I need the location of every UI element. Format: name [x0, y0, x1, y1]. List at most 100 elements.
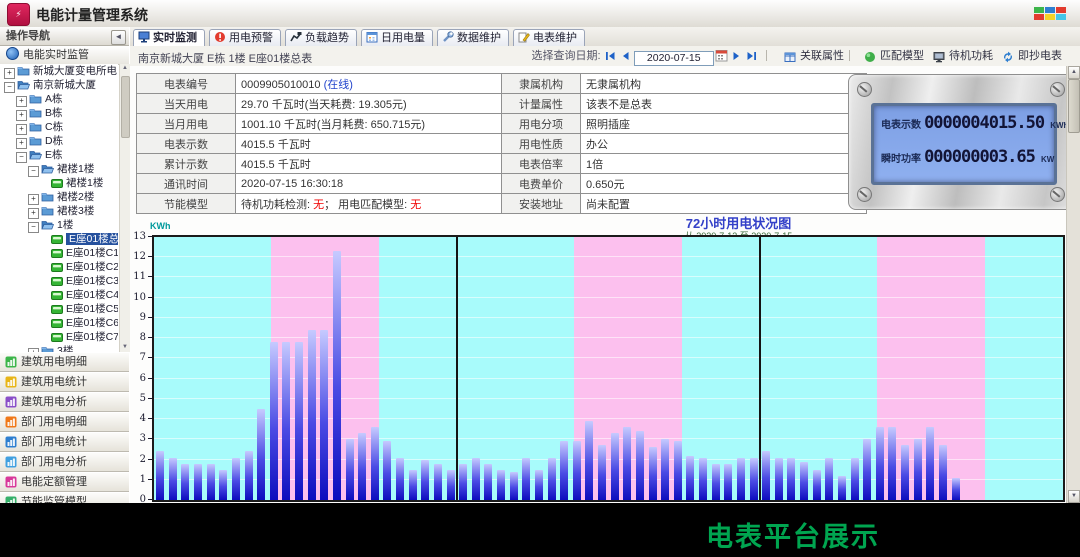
collapse-icon[interactable]: −	[28, 222, 39, 233]
sidebar-collapse-button[interactable]: ◄	[111, 30, 126, 45]
sidebar-item-建筑用电分析[interactable]: 建筑用电分析	[0, 392, 129, 412]
usage-bar	[914, 439, 922, 500]
collapse-icon[interactable]: −	[28, 166, 39, 177]
sidebar-item-建筑用电明细[interactable]: 建筑用电明细	[0, 352, 129, 372]
sidebar-item-label: 建筑用电明细	[21, 356, 87, 368]
nav-last-icon[interactable]	[746, 50, 757, 66]
button-label: 匹配模型	[880, 50, 924, 62]
tab-realtime[interactable]: 实时监测	[133, 29, 205, 47]
header-grid-icon[interactable]	[1034, 7, 1068, 21]
tab-data-maint[interactable]: 数据维护	[437, 29, 509, 46]
online-status[interactable]: (在线)	[324, 79, 353, 91]
nav-first-icon[interactable]	[605, 50, 616, 66]
tree-node[interactable]: E座01楼C1	[0, 246, 118, 260]
usage-bar	[320, 330, 328, 500]
tree-node[interactable]: E座01楼C4	[0, 288, 118, 302]
sidebar-item-建筑用电统计[interactable]: 建筑用电统计	[0, 372, 129, 392]
tree-node[interactable]: E座01楼C7	[0, 330, 118, 344]
y-tick-label: 9	[130, 312, 146, 323]
usage-bar	[623, 427, 631, 500]
usage-bar	[636, 431, 644, 500]
tree-node[interactable]: +B栋	[0, 106, 118, 120]
link-attr-button[interactable]: 关联属性	[784, 48, 844, 66]
tree-scroll-up-icon[interactable]: ▲	[121, 64, 129, 73]
tree-node[interactable]: +裙楼3楼	[0, 204, 118, 218]
usage-bar	[699, 458, 707, 500]
usage-bar	[194, 464, 202, 500]
tree-node[interactable]: E座01楼C5	[0, 302, 118, 316]
tree-node[interactable]: E座01楼C3	[0, 274, 118, 288]
scroll-up-icon[interactable]: ▲	[1068, 66, 1080, 79]
tab-label: 日用电量	[381, 32, 425, 44]
nav-prev-icon[interactable]	[621, 50, 630, 66]
value-cell: 4015.5 千瓦时	[236, 134, 502, 154]
tree-node[interactable]: −E栋	[0, 148, 118, 162]
tab-alert[interactable]: 用电预警	[209, 29, 281, 46]
sidebar-section-realtime[interactable]: 电能实时监管	[0, 46, 129, 65]
value-cell: 尚未配置	[581, 194, 867, 214]
match-model-button[interactable]: 匹配模型	[864, 48, 924, 66]
tree-node[interactable]: E座01楼C6	[0, 316, 118, 330]
sidebar-item-电能定额管理[interactable]: 电能定额管理	[0, 472, 129, 492]
usage-bar	[876, 427, 884, 500]
scroll-thumb[interactable]	[1068, 79, 1080, 133]
collapse-icon[interactable]: −	[16, 152, 27, 163]
tree-scroll-thumb[interactable]	[121, 76, 130, 138]
tab-daily-usage[interactable]: 日用电量	[361, 29, 433, 46]
cell-text: 待机功耗检测:	[241, 199, 313, 211]
tree-node[interactable]: −裙楼1楼	[0, 162, 118, 176]
usage-bar	[926, 427, 934, 500]
cell-text: 无	[313, 199, 324, 211]
grid-cell	[1045, 14, 1055, 20]
main-scrollbar[interactable]: ▲ ▼	[1066, 66, 1080, 503]
tree-node[interactable]: +C栋	[0, 120, 118, 134]
standby-power-button[interactable]: 待机功耗	[933, 48, 993, 66]
sidebar-item-部门用电明细[interactable]: 部门用电明细	[0, 412, 129, 432]
lcd-reading-label: 电表示数	[881, 120, 921, 131]
usage-bar	[686, 456, 694, 501]
screw-icon	[857, 187, 872, 202]
tree-node[interactable]: E座01楼总表	[0, 232, 118, 246]
tree-node[interactable]: −南京新城大厦	[0, 78, 118, 92]
usage-bar	[447, 470, 455, 500]
tree-node[interactable]: +新城大厦变电所电	[0, 64, 118, 78]
tree-node[interactable]: +D栋	[0, 134, 118, 148]
tree-node[interactable]: 裙楼1楼	[0, 176, 118, 190]
collapse-icon[interactable]: −	[4, 82, 15, 93]
tree-node[interactable]: −1楼	[0, 218, 118, 232]
tree-scrollbar[interactable]: ▲ ▼	[119, 64, 130, 352]
calendar-icon[interactable]	[715, 49, 728, 67]
breadcrumb: 南京新城大厦 E栋 1楼 E座01楼总表	[138, 50, 312, 66]
tree-node[interactable]: +3楼	[0, 344, 118, 352]
scroll-down-icon[interactable]: ▼	[1068, 490, 1080, 503]
y-tick-label: 6	[130, 373, 146, 384]
usage-bar	[573, 441, 581, 500]
cell-text: 无隶属机构	[586, 79, 641, 91]
usage-bar	[383, 441, 391, 500]
usage-bar	[787, 458, 795, 500]
usage-bar	[712, 464, 720, 500]
sidebar-item-部门用电统计[interactable]: 部门用电统计	[0, 432, 129, 452]
tree-node[interactable]: +A栋	[0, 92, 118, 106]
day-separator-line	[456, 237, 458, 500]
tree-scroll-down-icon[interactable]: ▼	[121, 343, 129, 352]
tab-load-trend[interactable]: 负载趋势	[285, 29, 357, 46]
y-tick-label: 4	[130, 413, 146, 424]
toolbar-separator	[849, 50, 850, 61]
nav-next-icon[interactable]	[732, 50, 741, 66]
usage-bar	[510, 472, 518, 500]
usage-bar	[775, 458, 783, 500]
date-input[interactable]: 2020-07-15	[634, 51, 714, 66]
tree-node-label: E座01楼C1	[66, 247, 118, 259]
tree-node[interactable]: +裙楼2楼	[0, 190, 118, 204]
y-tick-label: 10	[130, 292, 146, 303]
usage-bar	[308, 330, 316, 500]
sidebar-item-部门用电分析[interactable]: 部门用电分析	[0, 452, 129, 472]
read-meter-button[interactable]: 即抄电表	[1002, 48, 1062, 66]
usage-bar	[434, 464, 442, 500]
grid-cell	[1056, 14, 1066, 20]
screw-icon	[857, 82, 872, 97]
usage-bar	[838, 476, 846, 500]
tree-node[interactable]: E座01楼C2	[0, 260, 118, 274]
tab-meter-maint[interactable]: 电表维护	[513, 29, 585, 46]
